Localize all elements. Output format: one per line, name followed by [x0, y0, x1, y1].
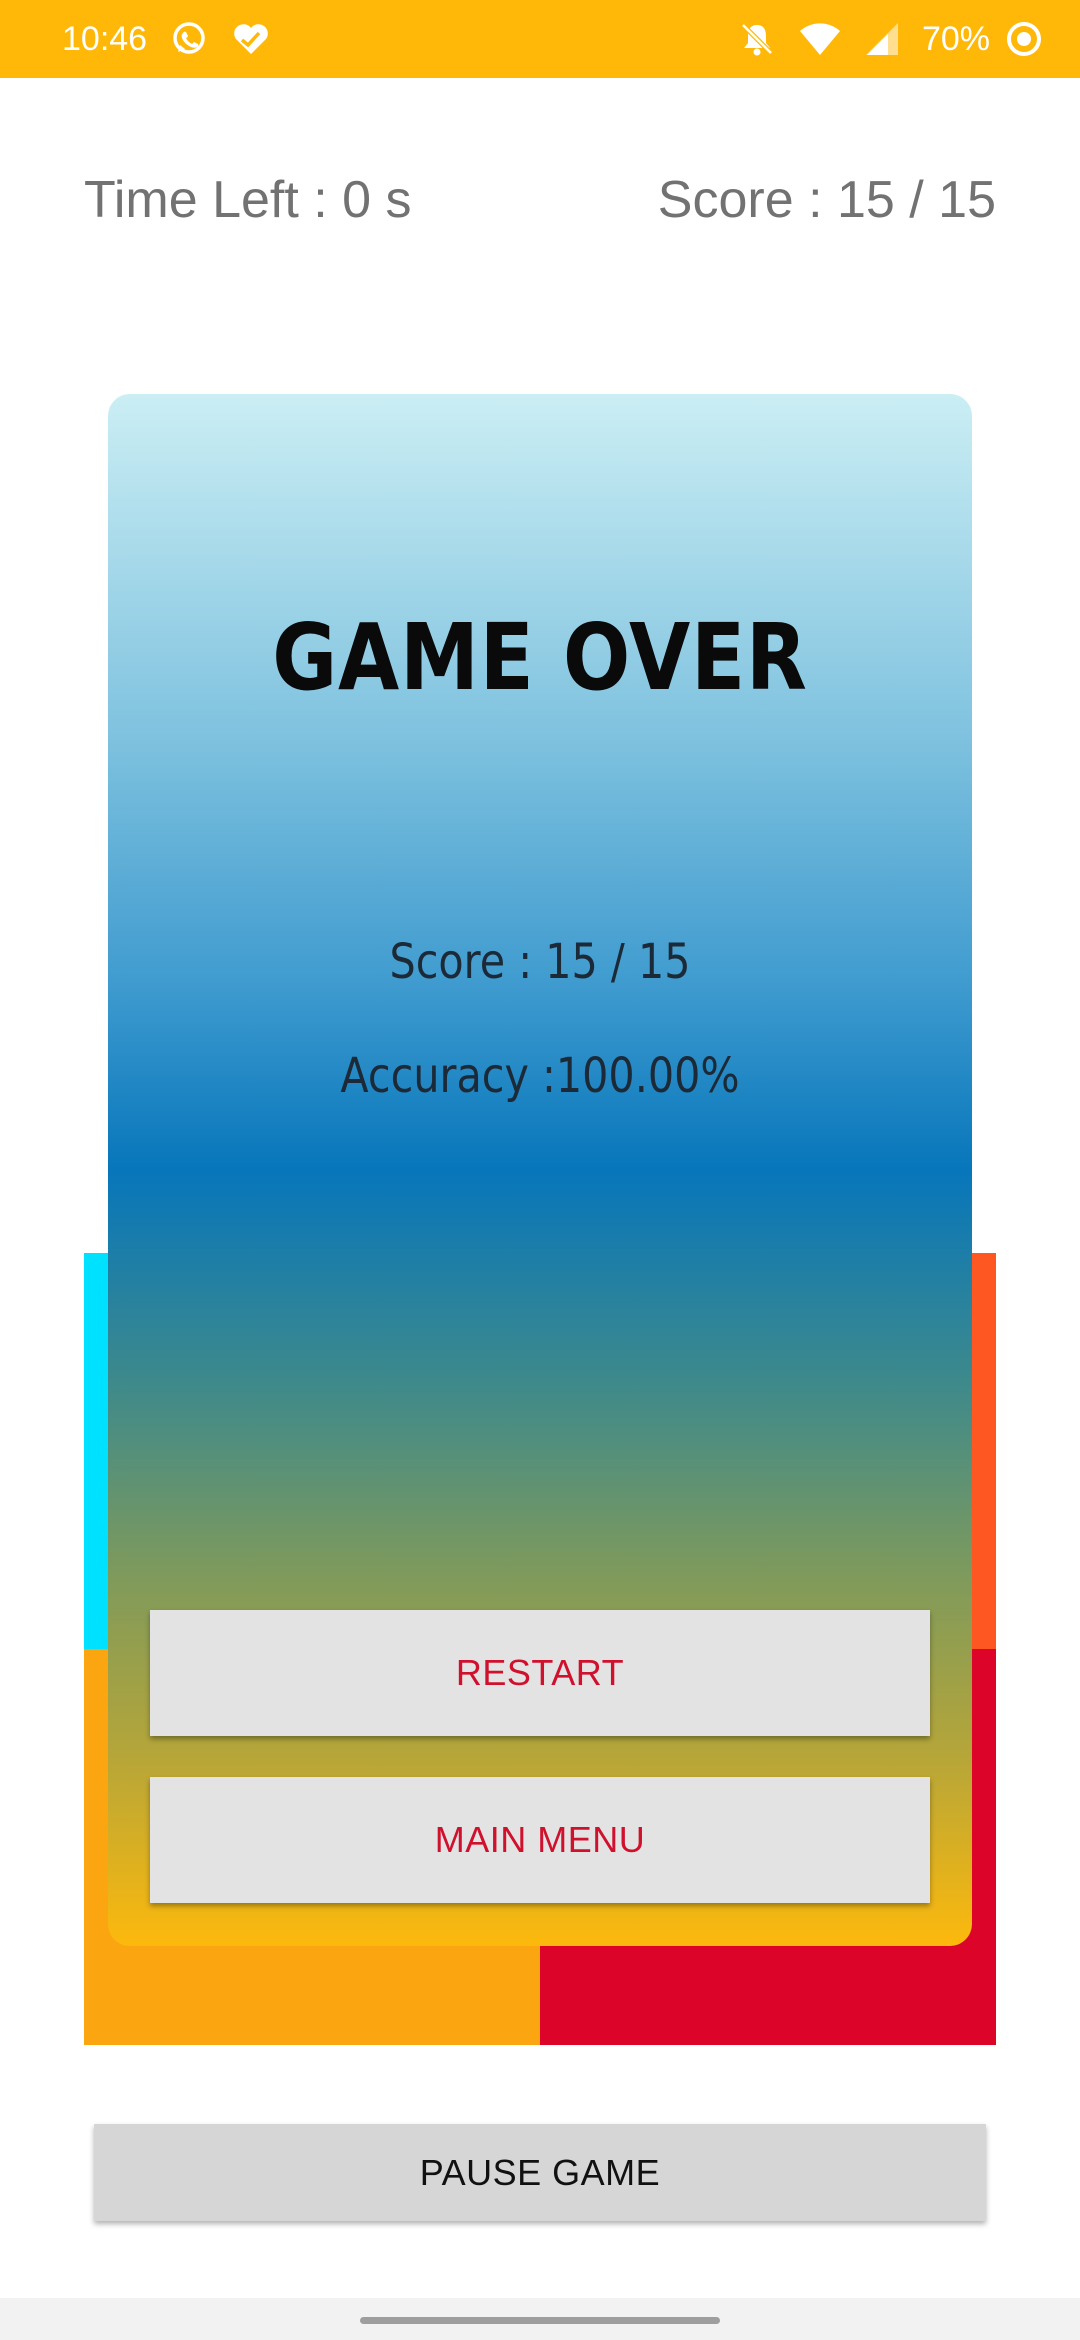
restart-button[interactable]: RESTART: [150, 1610, 930, 1736]
status-bar: 10:46 70%: [0, 0, 1080, 78]
data-saver-icon: [1004, 19, 1044, 59]
game-info-row: Time Left : 0 s Score : 15 / 15: [84, 165, 996, 235]
cell-signal-icon: [864, 21, 900, 57]
notifications-off-icon: [738, 20, 776, 58]
time-left-label: Time Left : 0 s: [84, 171, 412, 229]
wifi-icon: [798, 21, 842, 57]
whatsapp-icon: [169, 19, 209, 59]
score-label: Score : 15 / 15: [657, 171, 996, 229]
status-bar-right: 70%: [738, 19, 1044, 59]
home-gesture-handle[interactable]: [360, 2317, 720, 2324]
main-menu-button[interactable]: MAIN MENU: [150, 1777, 930, 1903]
final-accuracy: Accuracy :100.00%: [340, 1048, 740, 1104]
game-over-dialog: GAME OVER Score : 15 / 15 Accuracy :100.…: [108, 394, 972, 1946]
clock: 10:46: [62, 19, 148, 58]
game-screen: 10:46 70% Time Left: 0 s Score: 15 / 1…: [0, 0, 1080, 2340]
final-score: Score : 15 / 15: [389, 934, 691, 990]
health-heart-icon: [231, 19, 271, 59]
navigation-bar: [0, 2298, 1080, 2340]
game-over-title: GAME OVER: [272, 604, 808, 711]
battery-percent: 70%: [921, 19, 990, 58]
pause-game-button[interactable]: PAUSE GAME: [94, 2124, 986, 2221]
status-bar-left: 10:46: [62, 19, 271, 59]
